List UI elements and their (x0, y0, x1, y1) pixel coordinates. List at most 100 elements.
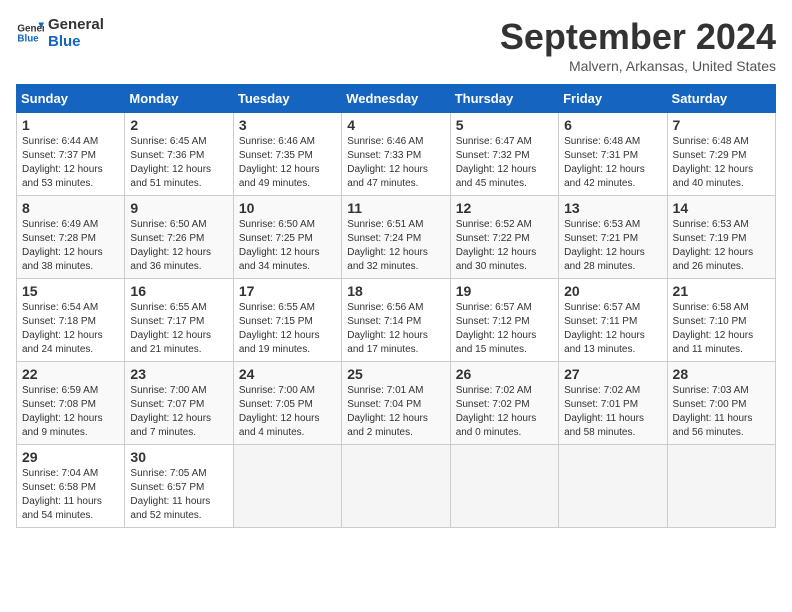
day-number: 14 (673, 200, 770, 216)
day-info: Sunrise: 6:50 AMSunset: 7:25 PMDaylight:… (239, 218, 336, 274)
svg-text:Blue: Blue (17, 33, 39, 44)
weekday-header-wednesday: Wednesday (342, 85, 450, 113)
day-number: 21 (673, 283, 770, 299)
day-info: Sunrise: 6:55 AMSunset: 7:15 PMDaylight:… (239, 301, 336, 357)
calendar-cell: 14 Sunrise: 6:53 AMSunset: 7:19 PMDayligh… (667, 196, 775, 279)
day-number: 23 (130, 366, 227, 382)
logo: General Blue General Blue (16, 16, 104, 50)
day-info: Sunrise: 6:57 AMSunset: 7:11 PMDaylight:… (564, 301, 661, 357)
day-info: Sunrise: 6:50 AMSunset: 7:26 PMDaylight:… (130, 218, 227, 274)
calendar-cell: 20 Sunrise: 6:57 AMSunset: 7:11 PMDayligh… (559, 279, 667, 362)
day-number: 25 (347, 366, 444, 382)
day-info: Sunrise: 6:44 AMSunset: 7:37 PMDaylight:… (22, 135, 119, 191)
calendar-cell: 15 Sunrise: 6:54 AMSunset: 7:18 PMDayligh… (17, 279, 125, 362)
calendar-cell: 13 Sunrise: 6:53 AMSunset: 7:21 PMDayligh… (559, 196, 667, 279)
day-number: 24 (239, 366, 336, 382)
calendar-cell (667, 445, 775, 528)
day-info: Sunrise: 6:53 AMSunset: 7:21 PMDaylight:… (564, 218, 661, 274)
day-info: Sunrise: 6:59 AMSunset: 7:08 PMDaylight:… (22, 384, 119, 440)
calendar-cell: 12 Sunrise: 6:52 AMSunset: 7:22 PMDayligh… (450, 196, 558, 279)
day-number: 29 (22, 449, 119, 465)
calendar-cell: 26 Sunrise: 7:02 AMSunset: 7:02 PMDayligh… (450, 362, 558, 445)
calendar-week-row: 1 Sunrise: 6:44 AMSunset: 7:37 PMDaylight… (17, 113, 776, 196)
day-info: Sunrise: 7:00 AMSunset: 7:05 PMDaylight:… (239, 384, 336, 440)
calendar-cell: 30Sunrise: 7:05 AMSunset: 6:57 PMDayligh… (125, 445, 233, 528)
calendar-cell: 3Sunrise: 6:46 AMSunset: 7:35 PMDaylight… (233, 113, 341, 196)
weekday-header-saturday: Saturday (667, 85, 775, 113)
day-number: 22 (22, 366, 119, 382)
calendar-week-row: 22 Sunrise: 6:59 AMSunset: 7:08 PMDayligh… (17, 362, 776, 445)
weekday-header-row: SundayMondayTuesdayWednesdayThursdayFrid… (17, 85, 776, 113)
calendar-week-row: 15 Sunrise: 6:54 AMSunset: 7:18 PMDayligh… (17, 279, 776, 362)
weekday-header-monday: Monday (125, 85, 233, 113)
day-number: 26 (456, 366, 553, 382)
day-info: Sunrise: 7:00 AMSunset: 7:07 PMDaylight:… (130, 384, 227, 440)
calendar-cell: 23 Sunrise: 7:00 AMSunset: 7:07 PMDayligh… (125, 362, 233, 445)
day-info: Sunrise: 6:56 AMSunset: 7:14 PMDaylight:… (347, 301, 444, 357)
calendar-week-row: 8Sunrise: 6:49 AMSunset: 7:28 PMDaylight… (17, 196, 776, 279)
day-info: Sunrise: 7:03 AMSunset: 7:00 PMDaylight:… (673, 384, 770, 440)
day-number: 7 (673, 117, 770, 133)
calendar-cell (233, 445, 341, 528)
day-info: Sunrise: 6:57 AMSunset: 7:12 PMDaylight:… (456, 301, 553, 357)
header: General Blue General Blue September 2024… (16, 16, 776, 74)
day-info: Sunrise: 6:49 AMSunset: 7:28 PMDaylight:… (22, 218, 119, 274)
calendar-cell: 21 Sunrise: 6:58 AMSunset: 7:10 PMDayligh… (667, 279, 775, 362)
day-info: Sunrise: 7:02 AMSunset: 7:01 PMDaylight:… (564, 384, 661, 440)
weekday-header-sunday: Sunday (17, 85, 125, 113)
day-number: 30 (130, 449, 227, 465)
day-number: 17 (239, 283, 336, 299)
calendar-cell: 19 Sunrise: 6:57 AMSunset: 7:12 PMDayligh… (450, 279, 558, 362)
month-title: September 2024 (500, 16, 776, 58)
day-number: 2 (130, 117, 227, 133)
logo-line2: Blue (48, 33, 104, 50)
calendar-cell: 28 Sunrise: 7:03 AMSunset: 7:00 PMDayligh… (667, 362, 775, 445)
day-info: Sunrise: 6:54 AMSunset: 7:18 PMDaylight:… (22, 301, 119, 357)
calendar-cell (450, 445, 558, 528)
day-number: 20 (564, 283, 661, 299)
calendar-cell: 18Sunrise: 6:56 AMSunset: 7:14 PMDayligh… (342, 279, 450, 362)
day-info: Sunrise: 7:02 AMSunset: 7:02 PMDaylight:… (456, 384, 553, 440)
calendar-cell: 11 Sunrise: 6:51 AMSunset: 7:24 PMDayligh… (342, 196, 450, 279)
calendar-cell: 9 Sunrise: 6:50 AMSunset: 7:26 PMDaylight… (125, 196, 233, 279)
day-number: 19 (456, 283, 553, 299)
weekday-header-friday: Friday (559, 85, 667, 113)
calendar-cell (342, 445, 450, 528)
day-number: 11 (347, 200, 444, 216)
day-number: 12 (456, 200, 553, 216)
day-info: Sunrise: 6:45 AMSunset: 7:36 PMDaylight:… (130, 135, 227, 191)
day-info: Sunrise: 6:47 AMSunset: 7:32 PMDaylight:… (456, 135, 553, 191)
day-number: 4 (347, 117, 444, 133)
logo-icon: General Blue (16, 19, 44, 47)
day-number: 16 (130, 283, 227, 299)
location-title: Malvern, Arkansas, United States (500, 58, 776, 74)
calendar-cell: 6 Sunrise: 6:48 AMSunset: 7:31 PMDaylight… (559, 113, 667, 196)
calendar-cell (559, 445, 667, 528)
day-info: Sunrise: 6:52 AMSunset: 7:22 PMDaylight:… (456, 218, 553, 274)
day-number: 9 (130, 200, 227, 216)
day-info: Sunrise: 6:58 AMSunset: 7:10 PMDaylight:… (673, 301, 770, 357)
day-info: Sunrise: 6:46 AMSunset: 7:35 PMDaylight:… (239, 135, 336, 191)
day-info: Sunrise: 6:53 AMSunset: 7:19 PMDaylight:… (673, 218, 770, 274)
day-info: Sunrise: 7:04 AMSunset: 6:58 PMDaylight:… (22, 467, 119, 523)
day-number: 5 (456, 117, 553, 133)
weekday-header-thursday: Thursday (450, 85, 558, 113)
calendar-cell: 8Sunrise: 6:49 AMSunset: 7:28 PMDaylight… (17, 196, 125, 279)
calendar-cell: 29 Sunrise: 7:04 AMSunset: 6:58 PMDayligh… (17, 445, 125, 528)
calendar-cell: 22 Sunrise: 6:59 AMSunset: 7:08 PMDayligh… (17, 362, 125, 445)
calendar-cell: 5 Sunrise: 6:47 AMSunset: 7:32 PMDaylight… (450, 113, 558, 196)
calendar-table: SundayMondayTuesdayWednesdayThursdayFrid… (16, 84, 776, 528)
calendar-cell: 4 Sunrise: 6:46 AMSunset: 7:33 PMDaylight… (342, 113, 450, 196)
day-number: 1 (22, 117, 119, 133)
day-number: 13 (564, 200, 661, 216)
calendar-week-row: 29 Sunrise: 7:04 AMSunset: 6:58 PMDayligh… (17, 445, 776, 528)
day-info: Sunrise: 7:01 AMSunset: 7:04 PMDaylight:… (347, 384, 444, 440)
day-number: 10 (239, 200, 336, 216)
day-info: Sunrise: 6:48 AMSunset: 7:31 PMDaylight:… (564, 135, 661, 191)
day-number: 15 (22, 283, 119, 299)
day-number: 6 (564, 117, 661, 133)
calendar-cell: 10 Sunrise: 6:50 AMSunset: 7:25 PMDayligh… (233, 196, 341, 279)
day-info: Sunrise: 6:51 AMSunset: 7:24 PMDaylight:… (347, 218, 444, 274)
day-number: 28 (673, 366, 770, 382)
day-info: Sunrise: 6:46 AMSunset: 7:33 PMDaylight:… (347, 135, 444, 191)
